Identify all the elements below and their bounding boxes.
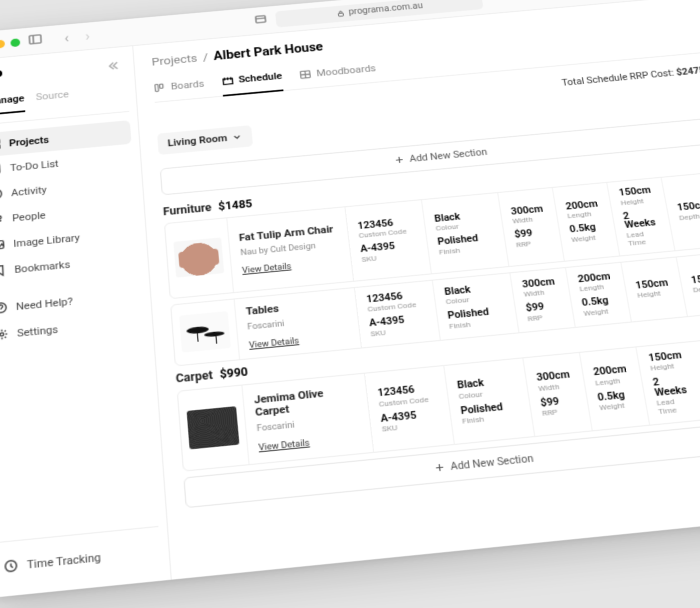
- nav-label: Bookmarks: [14, 258, 70, 275]
- plus-icon: [393, 154, 405, 164]
- depth: 150cm: [676, 200, 700, 212]
- main-content: Projects / Albert Park House Boards Sche…: [133, 0, 700, 579]
- total-label: Total Schedule RRP Cost:: [561, 67, 675, 88]
- back-button[interactable]: ‹: [60, 29, 74, 46]
- moodboards-icon: [299, 68, 313, 80]
- help-icon: [0, 300, 8, 314]
- view-details-link[interactable]: View Details: [242, 257, 342, 275]
- row-length: 200cmLength 0.5kgWeight: [565, 262, 631, 326]
- app-logo-icon[interactable]: [0, 68, 10, 85]
- forward-button[interactable]: ›: [80, 27, 94, 44]
- product-name: Tables: [245, 295, 346, 316]
- browser-window: ‹ › programa.com.au Manage: [0, 0, 700, 598]
- sidebar-toggle-icon[interactable]: [27, 31, 43, 49]
- add-section-label: Add New Section: [450, 451, 535, 472]
- chevron-down-icon: [232, 131, 244, 141]
- room-label: Living Room: [167, 132, 227, 148]
- row-codes: 123456Custom Code A-4395SKU: [364, 365, 454, 451]
- lead-time-label: Lead Time: [626, 227, 663, 246]
- privacy-icon[interactable]: [252, 11, 269, 28]
- lead-time: 2 Weeks: [622, 208, 660, 230]
- lead-time-label: Lead Time: [656, 395, 695, 416]
- nav-label: Projects: [9, 133, 49, 148]
- view-details-link[interactable]: View Details: [258, 433, 361, 453]
- nav-label: Image Library: [13, 231, 80, 249]
- row-width: 300cmWidth $99RRP: [509, 267, 574, 331]
- tab-schedule[interactable]: Schedule: [220, 65, 283, 96]
- tab-moodboards[interactable]: Moodboards: [298, 57, 377, 88]
- schedule-icon: [221, 74, 234, 86]
- tab-manage[interactable]: Manage: [0, 92, 25, 115]
- section-amount: $1485: [218, 197, 253, 212]
- tab-boards[interactable]: Boards: [153, 73, 205, 102]
- view-details-link[interactable]: View Details: [249, 331, 350, 350]
- tab-label: Schedule: [238, 70, 283, 85]
- nav-label: Activity: [11, 183, 47, 198]
- section-title: Carpet: [175, 368, 213, 385]
- total-value: $2475: [675, 64, 700, 77]
- crumb-root[interactable]: Projects: [151, 52, 197, 68]
- traffic-lights[interactable]: [0, 37, 20, 49]
- row-name-cell: Tables Foscarini View Details: [234, 287, 361, 358]
- clipboard-icon: [0, 162, 3, 175]
- min-dot[interactable]: [0, 39, 5, 48]
- row-thumb: [178, 385, 249, 470]
- browser-nav: ‹ ›: [60, 27, 95, 45]
- product-imageumb-icon: [173, 237, 224, 277]
- history-icon: [3, 558, 19, 574]
- bookmark-icon: [0, 263, 7, 277]
- collapse-sidebar-icon[interactable]: [104, 58, 120, 75]
- nav-label: Need Help?: [16, 295, 73, 312]
- image-icon: [0, 238, 6, 252]
- nav-label: People: [12, 209, 46, 223]
- row-name-cell: Jemima Olive Carpet Foscarini View Detai…: [241, 373, 373, 464]
- product-name: Fat Tulip Arm Chair: [239, 222, 338, 243]
- tab-label: Boards: [170, 77, 204, 91]
- lead-time: 2 Weeks: [652, 374, 691, 397]
- plus-icon: [433, 461, 446, 473]
- max-dot[interactable]: [10, 37, 20, 46]
- gear-icon: [0, 327, 9, 341]
- nav-label: Time Tracking: [27, 550, 101, 571]
- row-name-cell: Fat Tulip Arm Chair Nau by Cult Design V…: [226, 207, 353, 292]
- product-imageumb-icon: [179, 311, 231, 353]
- url-text: programa.com.au: [348, 1, 423, 16]
- history-icon: [0, 187, 4, 200]
- add-section-label: Add New Section: [409, 146, 488, 164]
- product-name: Jemima Olive Carpet: [254, 383, 358, 418]
- people-icon: [0, 212, 5, 226]
- nav-time-tracking[interactable]: Time Tracking: [0, 536, 161, 581]
- row-colours: BlackColour PolishedFinish: [443, 357, 534, 443]
- section-title: Furniture: [163, 201, 212, 218]
- lock-icon: [335, 8, 345, 17]
- row-colours: BlackColour PolishedFinish: [421, 193, 508, 273]
- depth: 150cm: [690, 272, 700, 285]
- row-thumb: [165, 218, 233, 297]
- grid-icon: [0, 137, 2, 150]
- tab-source[interactable]: Source: [36, 88, 70, 110]
- section-amount: $990: [219, 364, 248, 380]
- sidebar-tabs: Manage Source: [0, 83, 129, 125]
- row-codes: 123456Custom Code A-4395SKU: [354, 280, 440, 347]
- row-codes: 123456Custom Code A-4395SKU: [344, 200, 430, 280]
- crumb-sep: /: [202, 51, 208, 64]
- tab-label: Moodboards: [316, 62, 377, 78]
- row-colours: BlackColour PolishedFinish: [432, 272, 519, 339]
- row-thumb: [171, 299, 239, 365]
- product-imageumb-icon: [187, 405, 240, 448]
- nav-label: Settings: [17, 323, 58, 339]
- nav-label: To-Do List: [10, 157, 59, 173]
- crumb-current: Albert Park House: [213, 40, 324, 63]
- boards-icon: [153, 81, 166, 93]
